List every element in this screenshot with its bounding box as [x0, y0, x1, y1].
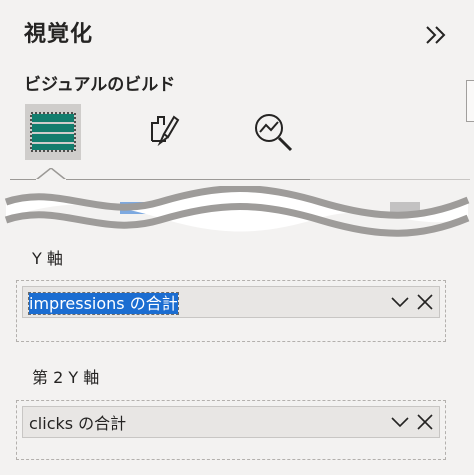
chevron-down-icon — [391, 297, 409, 308]
secondary-y-axis-well[interactable]: clicks の合計 — [16, 400, 446, 460]
y-axis-field-text[interactable]: impressions の合計 — [23, 290, 389, 315]
close-icon — [417, 414, 433, 430]
secondary-y-axis-expand-button[interactable] — [389, 411, 411, 433]
secondary-y-axis-field[interactable]: clicks の合計 — [22, 406, 440, 438]
analytics-magnifier-icon — [255, 114, 293, 152]
build-visual-label: ビジュアルのビルド — [24, 75, 176, 95]
secondary-y-axis-label: 第 2 Y 軸 — [32, 368, 100, 387]
format-brush-icon — [151, 115, 180, 147]
tab-build-visual[interactable] — [25, 104, 81, 160]
table-fields-icon — [30, 112, 76, 152]
tab-format-visual[interactable] — [136, 104, 192, 160]
close-icon — [417, 294, 433, 310]
cut-wave-separator — [4, 186, 470, 237]
secondary-y-axis-field-text[interactable]: clicks の合計 — [23, 410, 389, 434]
chevron-double-right-icon — [426, 26, 446, 44]
chevron-down-icon — [391, 417, 409, 428]
y-axis-well[interactable]: impressions の合計 — [16, 280, 446, 342]
tab-analytics[interactable] — [245, 104, 301, 160]
y-axis-field[interactable]: impressions の合計 — [22, 286, 440, 318]
y-axis-remove-button[interactable] — [414, 291, 436, 313]
secondary-y-axis-remove-button[interactable] — [414, 411, 436, 433]
pane-title: 視覚化 — [24, 22, 94, 47]
y-axis-expand-button[interactable] — [389, 291, 411, 313]
active-tab-indicator — [36, 168, 66, 182]
pane-edge-tab[interactable] — [466, 80, 474, 122]
collapse-pane-button[interactable] — [422, 22, 450, 48]
y-axis-label: Y 軸 — [32, 249, 63, 268]
